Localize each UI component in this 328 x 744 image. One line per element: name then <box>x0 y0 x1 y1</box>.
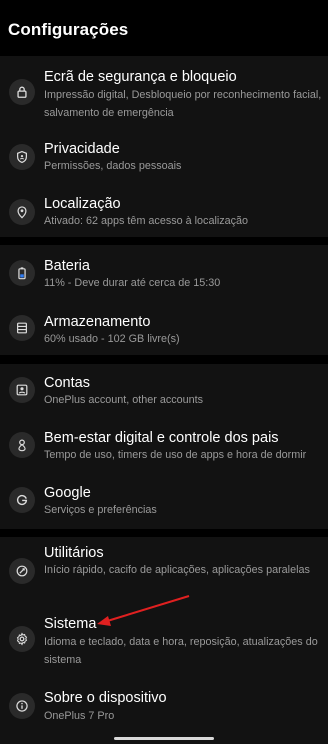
account-icon <box>9 377 35 403</box>
settings-item-battery[interactable]: Bateria 11% - Deve durar até cerca de 15… <box>0 245 328 300</box>
storage-icon <box>9 315 35 341</box>
page-title: Configurações <box>8 20 129 39</box>
settings-item-subtitle: Ativado: 62 apps têm acesso à localizaçã… <box>44 215 249 227</box>
battery-icon <box>9 260 35 286</box>
settings-item-title: Bateria <box>44 258 90 274</box>
settings-item-subtitle: Permissões, dados pessoais <box>44 160 182 172</box>
settings-item-privacy[interactable]: Privacidade Permissões, dados pessoais <box>0 127 328 182</box>
settings-item-utilities[interactable]: Utilitários Início rápido, cacifo de apl… <box>0 537 328 603</box>
shield-icon <box>9 144 35 170</box>
settings-item-title: Google <box>44 485 91 501</box>
settings-item-title: Localização <box>44 196 121 212</box>
settings-item-subtitle: OnePlus 7 Pro <box>44 710 115 722</box>
settings-item-title: Sistema <box>44 616 97 632</box>
home-indicator[interactable] <box>114 737 214 740</box>
settings-item-accounts[interactable]: Contas OnePlus account, other accounts <box>0 364 328 419</box>
settings-item-subtitle: OnePlus account, other accounts <box>44 394 204 406</box>
settings-item-title: Ecrã de segurança e bloqueio <box>44 69 237 85</box>
settings-item-about-device[interactable]: Sobre o dispositivo OnePlus 7 Pro <box>0 681 328 744</box>
location-pin-icon <box>9 199 35 225</box>
settings-item-subtitle: Início rápido, cacifo de aplicações, apl… <box>44 564 310 576</box>
settings-group-security: Ecrã de segurança e bloqueio Impressão d… <box>0 56 328 237</box>
gear-icon <box>9 626 35 652</box>
settings-item-title: Utilitários <box>44 545 104 561</box>
settings-group-system: Utilitários Início rápido, cacifo de apl… <box>0 537 328 744</box>
settings-item-subtitle: Idioma e teclado, data e hora, reposição… <box>44 636 318 666</box>
settings-item-system[interactable]: Sistema Idioma e teclado, data e hora, r… <box>0 603 328 681</box>
google-icon <box>9 487 35 513</box>
settings-item-subtitle: 11% - Deve durar até cerca de 15:30 <box>44 277 221 289</box>
info-icon <box>9 693 35 719</box>
settings-item-title: Privacidade <box>44 141 120 157</box>
settings-item-google[interactable]: Google Serviços e preferências <box>0 474 328 529</box>
lock-icon <box>9 79 35 105</box>
settings-item-title: Armazenamento <box>44 314 151 330</box>
settings-item-subtitle: 60% usado - 102 GB livre(s) <box>44 333 180 345</box>
settings-item-title: Bem-estar digital e controle dos pais <box>44 430 279 446</box>
settings-item-digital-wellbeing[interactable]: Bem-estar digital e controle dos pais Te… <box>0 419 328 474</box>
settings-item-storage[interactable]: Armazenamento 60% usado - 102 GB livre(s… <box>0 300 328 355</box>
settings-item-subtitle: Impressão digital, Desbloqueio por recon… <box>44 89 322 119</box>
settings-item-subtitle: Serviços e preferências <box>44 504 157 516</box>
settings-item-title: Contas <box>44 375 90 391</box>
settings-group-device: Bateria 11% - Deve durar até cerca de 15… <box>0 245 328 355</box>
wellbeing-icon <box>9 432 35 458</box>
settings-item-subtitle: Tempo de uso, timers de uso de apps e ho… <box>44 449 307 461</box>
settings-item-location[interactable]: Localização Ativado: 62 apps têm acesso … <box>0 182 328 237</box>
settings-item-title: Sobre o dispositivo <box>44 690 167 706</box>
utilities-icon <box>9 558 35 584</box>
settings-group-accounts: Contas OnePlus account, other accounts B… <box>0 364 328 529</box>
settings-item-security-lock-screen[interactable]: Ecrã de segurança e bloqueio Impressão d… <box>0 56 328 127</box>
